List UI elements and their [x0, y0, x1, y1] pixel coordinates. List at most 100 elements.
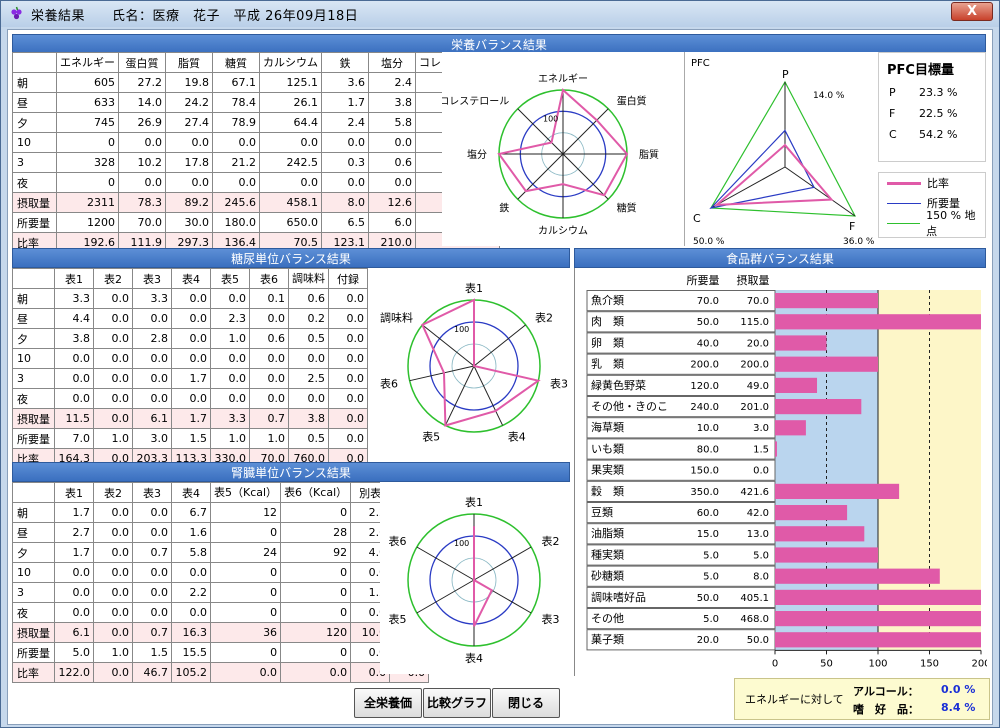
food-name: 果実類 [591, 463, 624, 477]
table-cell: 4.4 [54, 308, 94, 329]
table-row: 比率122.00.046.7105.20.00.00.00.0 [12, 662, 430, 683]
food-bar [775, 526, 865, 542]
table-cell: 27.4 [165, 112, 213, 133]
radar-axis-label: 表4 [465, 651, 483, 665]
table-cell: 17.8 [165, 152, 213, 173]
food-intake: 5.0 [753, 550, 769, 561]
radar-axis-label: 表6 [389, 534, 407, 548]
food-intake: 1.5 [753, 444, 769, 455]
pfc-panel: PFC P 14.0 % F 36.0 % C 50.0 % [684, 52, 878, 247]
table-cell: 745 [56, 112, 119, 133]
table-cell: 0.0 [171, 328, 211, 349]
food-required: 70.0 [697, 296, 719, 307]
radar-axis-label: エネルギー [538, 73, 588, 85]
table-row: 10 0.0 0.0 0.0 0.0 0.0 0.0 0.0 0.0 [12, 348, 368, 369]
table-row: 3 0.0 0.0 0.0 1.7 0.0 0.0 2.5 0.0 [12, 368, 368, 389]
radar-axis-label: 表2 [535, 310, 553, 324]
pfc-target-box: PFC目標量 P 23.3 % F 22.5 % C 54.2 % [878, 52, 986, 162]
legend-label: 150 % 地点 [926, 209, 976, 238]
row-label: 3 [12, 152, 57, 173]
table-cell: 0 [280, 642, 352, 663]
column-header: 塩分 [368, 52, 416, 73]
table-row: 30.00.00.02.2001.20.0 [12, 582, 430, 603]
table-cell: 0.0 [328, 348, 368, 369]
food-required: 15.0 [697, 529, 719, 540]
food-required: 20.0 [697, 635, 719, 646]
title-bar[interactable]: 栄養結果 氏名：医療 花子 平成 26年09月18日 X [1, 1, 999, 27]
table-cell: 0.0 [132, 308, 172, 329]
x-tick-label: 100 [868, 658, 887, 669]
pfc-target-row-f: F 22.5 % [889, 107, 985, 120]
table-cell: 2.8 [132, 328, 172, 349]
table-cell: 0.0 [210, 388, 250, 409]
radar-100-label: 100 [454, 325, 469, 334]
table-cell: 0.0 [93, 368, 133, 389]
kidney-table: 表1表2表3表4表5（Kcal）表6（Kcal）別表付録朝1.70.00.06.… [12, 482, 430, 683]
table-cell: 0.0 [54, 388, 94, 409]
table-cell: 0.0 [259, 132, 322, 153]
table-cell: 46.7 [132, 662, 172, 683]
table-cell: 0 [209, 642, 282, 663]
radar-axis-label: 表3 [550, 376, 568, 390]
table-cell: 0.0 [280, 662, 352, 683]
table-row: 昼2.70.00.01.60282.60.0 [12, 522, 430, 543]
radar-axis-label: 鉄 [499, 202, 509, 215]
table-cell: 6.1 [132, 408, 172, 429]
food-name: 菓子類 [591, 633, 624, 646]
table-cell: 0.0 [93, 328, 133, 349]
all-nutrients-button[interactable]: 全栄養価 [354, 688, 422, 718]
alcohol-value: 0.0 % [941, 683, 976, 696]
food-required: 50.0 [697, 317, 719, 328]
table-cell: 0.0 [328, 428, 368, 449]
table-row: 所要量5.01.01.515.5000.00.0 [12, 642, 430, 663]
food-required: 5.0 [703, 614, 719, 625]
corner-cell [12, 268, 55, 289]
alcohol-label: アルコール： [853, 685, 919, 698]
table-cell: 0.0 [165, 172, 213, 193]
table-cell: 0 [56, 172, 119, 193]
pfc-target-key: C [889, 128, 897, 141]
luxury-value: 8.4 % [941, 701, 976, 714]
table-cell: 0.0 [93, 562, 133, 583]
table-cell: 0.0 [54, 602, 94, 623]
table-cell: 1200 [56, 212, 119, 233]
required-column-header: 所要量 [687, 274, 720, 287]
food-name: 穀 類 [591, 485, 624, 498]
table-cell: 0.0 [321, 132, 369, 153]
table-row: 昼 4.4 0.0 0.0 0.0 2.3 0.0 0.2 0.0 [12, 308, 368, 329]
kidney-section-header: 腎臓単位バランス結果 [12, 462, 570, 482]
food-name: 油脂類 [591, 526, 624, 540]
table-cell: 1.0 [210, 428, 250, 449]
table-cell: 605 [56, 72, 119, 93]
table-cell: 12 [209, 502, 282, 523]
table-cell: 5.8 [368, 112, 416, 133]
column-header: 表3 [132, 482, 172, 503]
radar-axis-label: 脂質 [639, 148, 659, 161]
table-cell: 0.0 [93, 542, 133, 563]
compare-graph-button[interactable]: 比較グラフ [423, 688, 491, 718]
column-header: カルシウム [259, 52, 322, 73]
table-cell: 2.4 [321, 112, 369, 133]
food-required: 10.0 [697, 423, 719, 434]
pfc-target-value: 23.3 % [919, 86, 958, 99]
table-row: 朝 3.3 0.0 3.3 0.0 0.0 0.1 0.6 0.0 [12, 288, 368, 309]
radar-axis-label: 表4 [508, 429, 526, 443]
window-close-button[interactable]: X [951, 2, 993, 21]
table-row: 摂取量 11.5 0.0 6.1 1.7 3.3 0.7 3.8 0.0 [12, 408, 368, 429]
radar-axis-label: 表1 [465, 281, 483, 295]
close-button[interactable]: 閉じる [492, 688, 560, 718]
table-cell: 0.0 [171, 308, 211, 329]
table-cell: 2.4 [368, 72, 416, 93]
radar-axis-label: 蛋白質 [617, 94, 647, 107]
radar-axis-label: 表5 [389, 612, 407, 626]
food-bar [775, 377, 818, 393]
table-row: 1000.00.00.00.00.00.00 [12, 132, 500, 153]
column-header: 表3 [132, 268, 172, 289]
energy-ratio-caption: エネルギーに対して [745, 693, 844, 706]
table-cell: 0 [209, 562, 282, 583]
table-cell: 12.6 [368, 192, 416, 213]
food-required: 120.0 [690, 381, 719, 392]
column-header: 表2 [93, 482, 133, 503]
food-bar [775, 589, 981, 605]
column-header: 表6（Kcal） [280, 482, 352, 503]
